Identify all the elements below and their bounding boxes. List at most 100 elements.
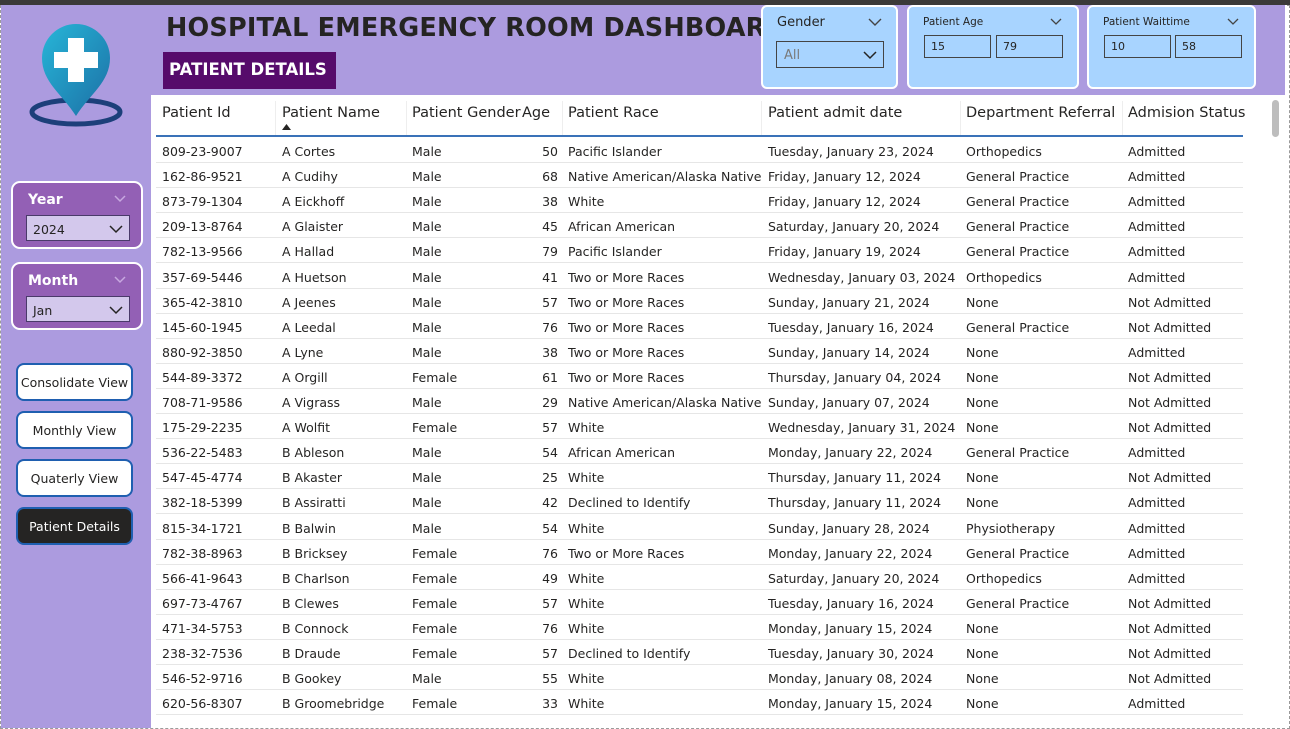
page-title: HOSPITAL EMERGENCY ROOM DASHBOARD (166, 13, 787, 43)
cell-patient-gender: Male (412, 244, 442, 260)
year-dropdown[interactable]: 2024 (26, 215, 130, 241)
cell-patient-race: Native American/Alaska Native (568, 395, 762, 410)
cell-department-referral: Orthopedics (966, 269, 1042, 285)
table-row[interactable]: 815-34-1721 B Balwin Male 54 White Sunday, Ja… (156, 515, 1243, 540)
column-header-patient-race[interactable]: Patient Race (568, 105, 659, 121)
year-slicer-label: Year (28, 192, 63, 208)
month-slicer[interactable]: Month Jan (11, 262, 143, 330)
cell-admit-date: Thursday, January 11, 2024 (768, 495, 942, 511)
table-row[interactable]: 873-79-1304 A Eickhoff Male 38 White Friday, … (156, 188, 1243, 214)
table-row[interactable]: 782-13-9566 A Hallad Male 79 Pacific Islande… (156, 238, 1243, 264)
month-dropdown-value: Jan (33, 303, 53, 318)
table-row[interactable]: 209-13-8764 A Glaister Male 45 African Ameri… (156, 213, 1243, 239)
cell-admission-status: Admitted (1128, 570, 1186, 586)
table-row[interactable]: 536-22-5483 B Ableson Male 54 African Americ… (156, 439, 1243, 465)
cell-patient-name: B Draude (282, 646, 341, 661)
year-slicer[interactable]: Year 2024 (11, 181, 143, 249)
page-subtitle: PATIENT DETAILS (163, 52, 336, 89)
table-row[interactable]: 566-41-9643 B Charlson Female 49 White Saturd… (156, 565, 1243, 590)
patient-waittime-slicer[interactable]: Patient Waittime 10 58 (1087, 5, 1256, 89)
age-min-input[interactable]: 15 (924, 35, 991, 58)
table-row[interactable]: 145-60-1945 A Leedal Male 76 Two or More Rac… (156, 314, 1243, 339)
cell-patient-id: 471-34-5753 (162, 620, 243, 636)
chevron-down-icon[interactable] (868, 17, 882, 27)
cell-admission-status: Not Admitted (1128, 369, 1212, 385)
chevron-down-icon[interactable] (1049, 17, 1063, 27)
cell-patient-race: White (568, 595, 605, 611)
patient-details-table: Patient Id Patient Name Patient Gender A… (151, 95, 1285, 728)
table-row[interactable]: 175-29-2235 A Wolfit Female 57 White Wednesda… (156, 414, 1243, 440)
medical-location-pin-icon (28, 16, 124, 134)
cell-age: 68 (542, 169, 558, 185)
vertical-scrollbar[interactable] (1272, 100, 1279, 137)
cell-patient-gender: Male (412, 495, 442, 511)
waittime-min-input[interactable]: 10 (1104, 35, 1171, 58)
cell-admit-date: Tuesday, January 23, 2024 (768, 144, 934, 159)
column-header-patient-gender[interactable]: Patient Gender (412, 105, 521, 121)
table-row[interactable]: 620-56-8307 B Groomebridge Female 33 White Mo… (156, 690, 1243, 716)
gender-dropdown-value: All (784, 48, 801, 63)
cell-age: 61 (542, 369, 558, 385)
cell-admission-status: Not Admitted (1128, 470, 1212, 486)
cell-patient-id: 815-34-1721 (162, 520, 243, 536)
gender-slicer[interactable]: Gender All (761, 5, 898, 89)
patient-age-slicer[interactable]: Patient Age 15 79 (907, 5, 1079, 89)
month-dropdown[interactable]: Jan (26, 296, 130, 322)
cell-department-referral: None (966, 646, 999, 661)
cell-patient-name: A Leedal (282, 319, 336, 335)
cell-age: 50 (542, 144, 558, 159)
cell-admit-date: Wednesday, January 31, 2024 (768, 420, 956, 436)
cell-department-referral: None (966, 294, 999, 310)
table-row[interactable]: 708-71-9586 A Vigrass Male 29 Native America… (156, 389, 1243, 414)
table-row[interactable]: 782-38-8963 B Bricksey Female 76 Two or More… (156, 540, 1243, 565)
column-header-admission-status[interactable]: Admision Status (1128, 105, 1245, 121)
monthly-view-button[interactable]: Monthly View (16, 411, 133, 449)
waittime-max-input[interactable]: 58 (1175, 35, 1242, 58)
age-max-input[interactable]: 79 (996, 35, 1063, 58)
cell-patient-name: A Vigrass (282, 395, 341, 410)
table-row[interactable]: 471-34-5753 B Connock Female 76 White Monday,… (156, 615, 1243, 640)
table-row[interactable]: 238-32-7536 B Draude Female 57 Declined to I… (156, 640, 1243, 665)
cell-patient-id: 782-38-8963 (162, 545, 243, 561)
table-row[interactable]: 544-89-3372 A Orgill Female 61 Two or More R… (156, 364, 1243, 389)
table-row[interactable]: 382-18-5399 B Assiratti Male 42 Declined to … (156, 489, 1243, 515)
cell-age: 57 (542, 420, 558, 436)
cell-admission-status: Not Admitted (1128, 319, 1212, 335)
cell-age: 76 (542, 620, 558, 636)
gender-dropdown[interactable]: All (776, 41, 884, 68)
cell-admission-status: Admitted (1128, 219, 1186, 235)
table-row[interactable]: 547-45-4774 B Akaster Male 25 White Thursday,… (156, 464, 1243, 490)
patient-waittime-slicer-label: Patient Waittime (1103, 16, 1190, 28)
cell-patient-id: 365-42-3810 (162, 294, 243, 310)
table-row[interactable]: 880-92-3850 A Lyne Male 38 Two or More Races… (156, 339, 1243, 364)
cell-patient-id: 536-22-5483 (162, 445, 243, 461)
cell-age: 79 (542, 244, 558, 260)
header-underline (156, 135, 1243, 137)
chevron-down-icon[interactable] (113, 192, 127, 204)
cell-patient-gender: Male (412, 294, 442, 310)
column-header-admit-date[interactable]: Patient admit date (768, 105, 902, 121)
column-header-age[interactable]: Age (522, 105, 550, 121)
column-header-department-referral[interactable]: Department Referral (966, 105, 1115, 121)
year-dropdown-value: 2024 (33, 222, 65, 237)
table-row[interactable]: 697-73-4767 B Clewes Female 57 White Tuesday,… (156, 590, 1243, 615)
patient-details-button[interactable]: Patient Details (16, 507, 133, 545)
cell-patient-gender: Male (412, 445, 442, 461)
table-row[interactable]: 809-23-9007 A Cortes Male 50 Pacific Islande… (156, 138, 1243, 163)
cell-department-referral: Orthopedics (966, 144, 1042, 159)
cell-patient-id: 782-13-9566 (162, 244, 243, 260)
table-row[interactable]: 365-42-3810 A Jeenes Male 57 Two or More Rac… (156, 289, 1243, 314)
table-row[interactable]: 162-86-9521 A Cudihy Male 68 Native American… (156, 163, 1243, 189)
consolidate-view-button[interactable]: Consolidate View (16, 363, 133, 401)
chevron-down-icon[interactable] (1226, 17, 1240, 27)
column-header-patient-id[interactable]: Patient Id (162, 105, 231, 121)
column-header-patient-name[interactable]: Patient Name (282, 105, 380, 121)
cell-age: 76 (542, 545, 558, 561)
cell-admission-status: Admitted (1128, 696, 1186, 712)
table-row[interactable]: 357-69-5446 A Huetson Male 41 Two or More Ra… (156, 264, 1243, 289)
cell-patient-race: African American (568, 445, 676, 461)
quarterly-view-button[interactable]: Quaterly View (16, 459, 133, 497)
chevron-down-icon[interactable] (113, 273, 127, 285)
table-row[interactable]: 546-52-9716 B Gookey Male 55 White Monday, Ja… (156, 665, 1243, 691)
cell-admit-date: Sunday, January 28, 2024 (768, 520, 930, 536)
